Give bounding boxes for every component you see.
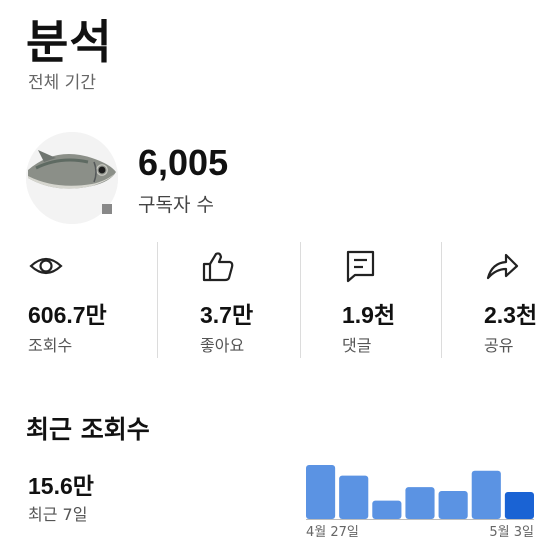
stat-value: 606.7만 (28, 302, 107, 328)
recent-views-value: 15.6만 (28, 473, 94, 499)
page-title: 분석 (26, 15, 113, 69)
stat-shares[interactable]: 2.3천 공유 (484, 240, 560, 358)
date-range-label[interactable]: 전체 기간 (28, 68, 96, 93)
chart-x-label-end: 5월 3일 (489, 525, 534, 540)
stat-label: 공유 (484, 336, 514, 355)
thumbs-up-icon (202, 252, 234, 282)
stat-label: 댓글 (342, 336, 372, 355)
chart-bar[interactable] (339, 475, 369, 519)
subscriber-count: 6,005 (138, 142, 229, 183)
share-icon (486, 253, 519, 280)
chart-bar[interactable] (405, 487, 435, 519)
recent-views-chart[interactable]: 4월 27일 5월 3일 (304, 458, 536, 544)
chart-bar[interactable] (306, 465, 336, 519)
divider (441, 242, 442, 358)
chart-bar[interactable] (471, 470, 501, 519)
recent-views-title: 최근 조회수 (26, 415, 150, 444)
avatar-badge (102, 204, 112, 214)
stat-comments[interactable]: 1.9천 댓글 (342, 240, 432, 358)
chart-x-label-start: 4월 27일 (306, 525, 359, 540)
stat-value: 1.9천 (342, 302, 396, 328)
eye-icon (29, 257, 63, 275)
recent-views-period: 최근 7일 (28, 505, 88, 524)
divider (300, 242, 301, 358)
stat-value: 2.3천 (484, 302, 538, 328)
stat-label: 좋아요 (200, 336, 245, 355)
bar-chart: 4월 27일 5월 3일 (306, 465, 534, 540)
comment-icon (346, 250, 375, 283)
stat-label: 조회수 (28, 336, 73, 355)
chart-bar[interactable] (372, 500, 402, 519)
chart-bar[interactable] (438, 491, 468, 519)
stats-row: 606.7만 조회수 3.7만 좋아요 1.9천 댓글 2.3천 공유 (0, 240, 560, 360)
subscriber-label: 구독자 수 (138, 194, 214, 216)
divider (157, 242, 158, 358)
stat-value: 3.7만 (200, 302, 254, 328)
stat-views[interactable]: 606.7만 조회수 (28, 240, 148, 358)
stat-likes[interactable]: 3.7만 좋아요 (200, 240, 290, 358)
chart-bar[interactable] (504, 492, 534, 519)
